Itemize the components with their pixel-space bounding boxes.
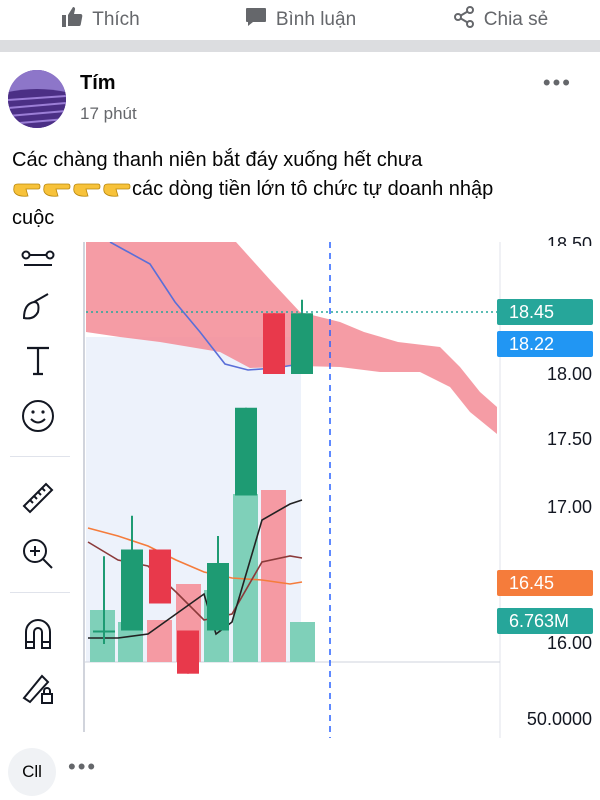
- post-action-bar: Thích Bình luận Chia sẻ: [0, 0, 600, 40]
- pointing-right-emoji: [13, 183, 41, 197]
- candle-body: [121, 549, 143, 631]
- share-icon: [452, 6, 476, 34]
- candle-body: [177, 630, 199, 674]
- share-button[interactable]: Chia sẻ: [400, 6, 600, 34]
- candle-body: [291, 313, 313, 374]
- more-options-icon[interactable]: •••: [68, 754, 97, 780]
- price-tag-close: 18.45: [497, 299, 593, 325]
- comment-icon: [244, 6, 268, 34]
- comment-label: Bình luận: [275, 9, 357, 30]
- pointing-right-emoji: [73, 183, 101, 197]
- avatar[interactable]: [8, 70, 66, 128]
- price-label: 16.00: [546, 633, 592, 653]
- candle-body: [93, 630, 115, 633]
- post-text-line-2: các dòng tiền lớn tô chức tự doanh nhập: [12, 175, 592, 204]
- like-button[interactable]: Thích: [0, 6, 200, 34]
- post-text-line-1: Các chàng thanh niên bắt đáy xuống hết c…: [12, 149, 423, 171]
- post-text-line-3: cuộc: [12, 207, 55, 229]
- post-time[interactable]: 17 phút: [80, 104, 137, 124]
- pointing-right-emoji: [43, 183, 71, 197]
- candle-body: [207, 563, 229, 631]
- pointing-hand-emojis: [12, 178, 132, 200]
- price-tag-orange: 16.45: [497, 570, 593, 596]
- post-text: Các chàng thanh niên bắt đáy xuống hết c…: [12, 146, 592, 233]
- volume-bar: [90, 610, 115, 662]
- comment-button[interactable]: Bình luận: [200, 6, 400, 34]
- author-name[interactable]: Tím: [80, 72, 116, 95]
- price-tag-text: 18.22: [509, 333, 555, 354]
- price-label: 17.00: [546, 497, 592, 517]
- volume-bar: [290, 622, 315, 662]
- price-label-top: 18.50: [546, 234, 592, 246]
- price-tag-text: 6.763M: [509, 610, 570, 631]
- candle-body: [263, 313, 285, 374]
- price-label: 50.0000: [526, 709, 592, 729]
- share-label: Chia sẻ: [483, 9, 549, 30]
- post-text-line-2-text: các dòng tiền lớn tô chức tự doanh nhập: [132, 178, 494, 200]
- price-label: 17.50: [546, 429, 592, 449]
- volume-tag: 6.763M: [497, 608, 593, 634]
- thumbs-up-icon: [60, 6, 84, 34]
- volume-bar: [261, 490, 286, 662]
- post-header: Tím 17 phút •••: [0, 52, 600, 142]
- section-divider: [0, 40, 600, 52]
- price-label: 18.00: [546, 364, 592, 384]
- candle-body: [235, 407, 257, 496]
- price-tag-text: 18.45: [509, 301, 555, 322]
- candle-body: [149, 549, 171, 604]
- price-tag-text: 16.45: [509, 572, 555, 593]
- price-tag-blue: 18.22: [497, 331, 593, 357]
- pointing-right-emoji: [103, 183, 131, 197]
- comment-bar: Cll •••: [0, 738, 600, 800]
- chart-image[interactable]: 18.50 18.00 17.50 17.00 16.00 50.0000 18…: [0, 234, 600, 738]
- like-label: Thích: [92, 9, 140, 30]
- commenter-avatar[interactable]: Cll: [8, 748, 56, 796]
- more-options-icon[interactable]: •••: [543, 70, 572, 96]
